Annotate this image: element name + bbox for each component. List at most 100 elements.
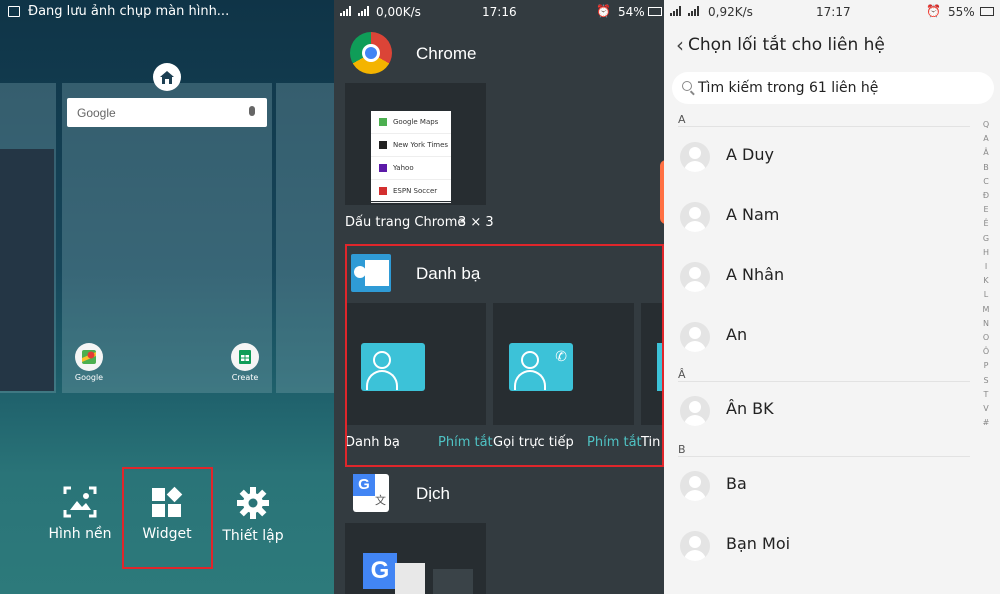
search-placeholder: Tìm kiếm trong 61 liên hệ [698, 80, 879, 96]
widget-preview-chrome-bookmarks[interactable]: Google Maps New York Times Yahoo ESPN So… [345, 83, 486, 205]
home-icon[interactable] [153, 63, 181, 91]
home-screen-preview-left[interactable] [0, 83, 56, 393]
status-bar: 0,92K/s 17:17 ⏰ 55% [664, 0, 1000, 24]
contact-row[interactable]: Bạn Moi [664, 519, 970, 575]
signal-icon [358, 6, 372, 16]
index-letter[interactable]: B [978, 161, 994, 175]
signal-icon [688, 6, 702, 16]
highlight-box-widget [122, 467, 213, 569]
translate-icon: G 文 [353, 474, 389, 512]
contact-row[interactable]: An [664, 310, 970, 366]
status-notification: Đang lưu ảnh chụp màn hình... [8, 4, 229, 19]
index-letter[interactable]: N [978, 317, 994, 331]
widget-size-chrome-bookmarks: 3 × 3 [458, 215, 494, 230]
index-letter[interactable]: C [978, 175, 994, 189]
index-letter[interactable]: P [978, 359, 994, 373]
contact-row[interactable]: A Duy [664, 130, 970, 186]
clock: 17:16 [482, 5, 517, 19]
alarm-icon: ⏰ [926, 4, 941, 18]
avatar [680, 262, 710, 292]
dock-label-wallpaper: Hình nền [48, 526, 112, 542]
alarm-icon: ⏰ [596, 4, 611, 18]
section-title-translate: Dịch [416, 484, 451, 503]
chrome-icon [350, 32, 392, 74]
home-screen-preview-right[interactable] [276, 83, 334, 393]
bookmark-item: Google Maps [371, 111, 451, 134]
gear-icon [237, 487, 269, 519]
section-header-b: B [678, 443, 686, 456]
widget-preview-translate[interactable]: G [345, 523, 486, 594]
bookmark-list: Google Maps New York Times Yahoo ESPN So… [371, 111, 451, 203]
battery-percent: 54% [618, 5, 645, 19]
section-header-a-circumflex: Â [678, 368, 686, 381]
mic-icon[interactable] [249, 106, 255, 116]
app-label-google: Google [74, 373, 104, 382]
status-bar: 0,00K/s 17:16 ⏰ 54% [334, 0, 664, 24]
contact-row[interactable]: Ân BK [664, 384, 970, 440]
network-speed: 0,92K/s [708, 5, 753, 19]
index-letter[interactable]: K [978, 274, 994, 288]
dock-label-settings: Thiết lập [222, 528, 284, 544]
contact-name: Bạn Moi [726, 534, 791, 553]
index-letter[interactable]: T [978, 388, 994, 402]
index-letter[interactable]: G [978, 232, 994, 246]
contact-name: A Nam [726, 205, 780, 224]
contact-name: Ân BK [726, 399, 774, 418]
index-letter[interactable]: H [978, 246, 994, 260]
contact-name: A Duy [726, 145, 774, 164]
bookmark-item: ESPN Soccer [371, 180, 451, 203]
home-screen-edit-panel: Đang lưu ảnh chụp màn hình... Google Goo… [0, 0, 334, 594]
google-search-widget[interactable]: Google [67, 98, 267, 127]
index-letter[interactable]: A [978, 132, 994, 146]
contact-row[interactable]: A Nhân [664, 250, 970, 306]
index-letter[interactable]: V [978, 402, 994, 416]
page-title: Chọn lối tắt cho liên hệ [688, 35, 885, 55]
avatar [680, 531, 710, 561]
index-letter[interactable]: L [978, 288, 994, 302]
index-letter[interactable]: Ô [978, 345, 994, 359]
contact-name: An [726, 325, 748, 344]
index-letter[interactable]: O [978, 331, 994, 345]
settings-button[interactable]: Thiết lập [208, 486, 298, 544]
index-letter[interactable]: E [978, 203, 994, 217]
contact-row[interactable]: Ba [664, 459, 970, 515]
contact-row[interactable]: A Nam [664, 190, 970, 246]
avatar [680, 322, 710, 352]
index-letter[interactable]: Â [978, 146, 994, 160]
widget-picker-panel: 0,00K/s 17:16 ⏰ 54% Chrome Google Maps N… [334, 0, 664, 594]
widget-name-chrome-bookmarks: Dấu trang Chrome [345, 215, 466, 230]
google-logo: Google [77, 105, 116, 120]
alphabet-index[interactable]: Q A Â B C Đ E Ê G H I K L M N O Ô P S T … [978, 118, 994, 430]
app-label-create: Create [231, 373, 259, 382]
avatar [680, 202, 710, 232]
avatar [680, 142, 710, 172]
index-letter[interactable]: M [978, 303, 994, 317]
section-header-a: A [678, 113, 686, 126]
contact-shortcut-panel: 0,92K/s 17:17 ⏰ 55% ‹ Chọn lối tắt cho l… [664, 0, 1000, 594]
screenshot-composite: Đang lưu ảnh chụp màn hình... Google Goo… [0, 0, 1000, 594]
sheets-create-icon[interactable] [231, 343, 259, 371]
index-letter[interactable]: S [978, 374, 994, 388]
contact-name: A Nhân [726, 265, 785, 284]
app-header: ‹ Chọn lối tắt cho liên hệ [664, 26, 1000, 64]
bookmark-item: New York Times [371, 134, 451, 157]
wallpaper-icon [63, 486, 97, 518]
signal-icon [670, 6, 684, 16]
highlight-box-contacts [345, 244, 664, 467]
wallpaper-button[interactable]: Hình nền [35, 486, 125, 542]
index-letter[interactable]: # [978, 416, 994, 430]
index-letter[interactable]: Q [978, 118, 994, 132]
network-speed: 0,00K/s [376, 5, 421, 19]
index-letter[interactable]: Ê [978, 217, 994, 231]
google-maps-icon[interactable] [75, 343, 103, 371]
battery-icon [980, 7, 994, 16]
index-letter[interactable]: Đ [978, 189, 994, 203]
index-letter[interactable]: I [978, 260, 994, 274]
avatar [680, 471, 710, 501]
notification-text: Đang lưu ảnh chụp màn hình... [28, 4, 230, 19]
back-chevron-icon[interactable]: ‹ [676, 33, 684, 57]
contact-search-input[interactable]: Tìm kiếm trong 61 liên hệ [672, 72, 994, 104]
avatar [680, 396, 710, 426]
clock: 17:17 [816, 5, 851, 19]
image-icon [8, 6, 20, 17]
